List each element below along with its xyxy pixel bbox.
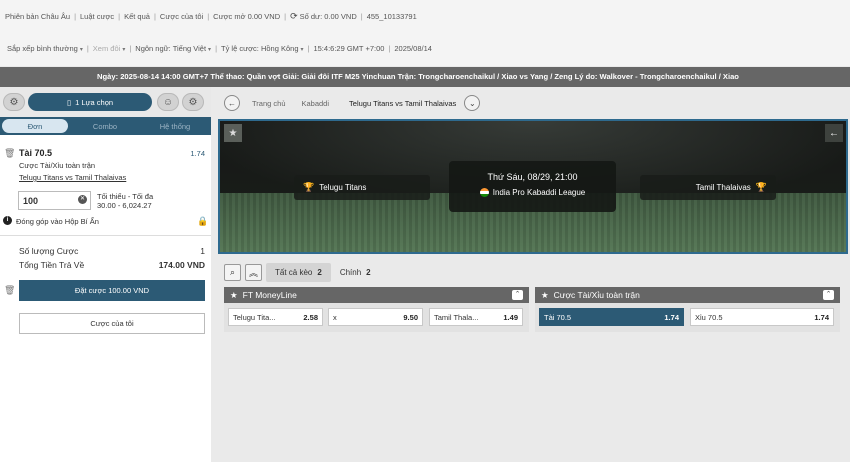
- india-flag-icon: [479, 188, 489, 197]
- chevron-up-icon[interactable]: ⌃: [823, 290, 834, 300]
- tab-main-markets[interactable]: Chính 2: [331, 263, 380, 282]
- selection-odds: 1.74: [190, 149, 205, 158]
- user-icon: ☺: [162, 96, 174, 108]
- arrow-left-icon: ←: [228, 98, 236, 108]
- chevron-down-icon: ▾: [300, 47, 304, 53]
- selection-count-button[interactable]: ▯ 1 Lựa chọn: [28, 93, 152, 111]
- double-chevron-up-icon: ︽: [248, 268, 258, 278]
- nav-rules[interactable]: Luật cược: [80, 12, 114, 21]
- sort-select[interactable]: Sắp xếp bình thường ▾: [7, 44, 83, 53]
- betslip-panel: ⚙ ▯ 1 Lựa chọn ☺ ⚙ Đơn Combo Hệ thống 🗑 …: [0, 87, 211, 462]
- gear-icon: ⚙: [9, 96, 19, 108]
- odds-format-select[interactable]: Tỷ lệ cược: Hồng Kông ▾: [221, 44, 304, 53]
- gear-icon: ⚙: [188, 96, 198, 108]
- bet-count-label: Số lượng Cược: [19, 246, 79, 256]
- tab-system[interactable]: Hệ thống: [142, 119, 208, 133]
- odds-button-home[interactable]: Telugu Tita... 2.58: [228, 308, 323, 326]
- market-moneyline: ★ FT MoneyLine ⌃ Telugu Tita... 2.58 x 9…: [224, 287, 529, 332]
- clock: 15:4:6:29 GMT +7:00: [313, 44, 385, 53]
- selection-title: Tài 70.5: [19, 148, 53, 158]
- trash-icon[interactable]: 🗑: [4, 148, 15, 159]
- match-banner: ★ ← 🏆 Telugu Titans Thứ Sáu, 08/29, 21:0…: [218, 119, 848, 254]
- odds-button-draw[interactable]: x 9.50: [328, 308, 423, 326]
- star-icon[interactable]: ★: [541, 290, 549, 301]
- language-select[interactable]: Ngôn ngữ: Tiếng Việt ▾: [135, 44, 211, 53]
- nav-open-bets[interactable]: Cược mở 0.00 VND: [213, 12, 280, 21]
- collapse-all-button[interactable]: ︽: [245, 264, 262, 281]
- search-icon: ⌕: [229, 267, 236, 277]
- min-max-value: 30.00 - 6,024.27: [97, 201, 152, 210]
- settings-left-button[interactable]: ⚙: [3, 93, 25, 111]
- match-date: Thứ Sáu, 08/29, 21:00: [487, 172, 578, 182]
- selection-market: Cược Tài/Xỉu toàn trận: [19, 161, 96, 170]
- refresh-icon[interactable]: ⟳: [290, 11, 298, 22]
- breadcrumb: ← Trang chủ Kabaddi Telugu Titans vs Tam…: [218, 87, 850, 119]
- divider: [0, 235, 211, 236]
- odds-button-over[interactable]: Tài 70.5 1.74: [539, 308, 684, 326]
- my-bets-button[interactable]: Cược của tôi: [19, 313, 205, 334]
- chevron-down-icon: ▾: [122, 47, 126, 53]
- account-id: 455_10133791: [366, 12, 417, 21]
- market-header[interactable]: ★ FT MoneyLine ⌃: [224, 287, 529, 303]
- star-icon: ★: [228, 127, 238, 139]
- market-over-under: ★ Cược Tài/Xỉu toàn trận ⌃ Tài 70.5 1.74…: [535, 287, 840, 332]
- nav-europe-version[interactable]: Phiên bản Châu Âu: [5, 12, 70, 21]
- settings-bar: Sắp xếp bình thường ▾ | Xem đôi ▾ | Ngôn ngữ…: [7, 44, 432, 53]
- away-team: Tamil Thalaivas 🏆: [640, 175, 776, 200]
- date: 2025/08/14: [394, 44, 432, 53]
- top-nav: Phiên bản Châu Âu | Luật cược | Kết quả | C…: [5, 11, 417, 22]
- clear-icon[interactable]: ✕: [78, 195, 87, 204]
- arrow-left-icon: ←: [829, 127, 839, 139]
- view-select[interactable]: Xem đôi ▾: [93, 44, 126, 53]
- total-return-label: Tổng Tiền Trả Về: [19, 260, 85, 270]
- settings-button[interactable]: ⚙: [182, 93, 204, 111]
- main-content: ← Trang chủ Kabaddi Telugu Titans vs Tam…: [218, 87, 850, 462]
- league-name: India Pro Kabaddi League: [449, 188, 616, 197]
- tab-single[interactable]: Đơn: [2, 119, 68, 133]
- nav-my-bets[interactable]: Cược của tôi: [160, 12, 203, 21]
- breadcrumb-match: Telugu Titans vs Tamil Thalaivas: [349, 98, 457, 108]
- bet-mode-tabs: Đơn Combo Hệ thống: [0, 117, 211, 135]
- match-dropdown-button[interactable]: ⌄: [464, 95, 481, 111]
- odds-button-away[interactable]: Tamil Thala... 1.49: [429, 308, 523, 326]
- banner-back-button[interactable]: ←: [825, 124, 843, 142]
- user-button[interactable]: ☺: [157, 93, 179, 111]
- breadcrumb-home[interactable]: Trang chủ: [252, 99, 286, 108]
- breadcrumb-kabaddi[interactable]: Kabaddi: [302, 99, 330, 108]
- place-bet-button[interactable]: Đặt cược 100.00 VND: [19, 280, 205, 301]
- tab-all-markets[interactable]: Tất cả kèo 2: [266, 263, 331, 282]
- star-icon[interactable]: ★: [230, 290, 238, 301]
- market-header[interactable]: ★ Cược Tài/Xỉu toàn trận ⌃: [535, 287, 840, 303]
- mystery-box-contribution: Đóng góp vào Hộp Bí Ẩn: [16, 217, 99, 226]
- balance: Số dư: 0.00 VND: [299, 12, 357, 21]
- min-max-label: Tối thiểu - Tối đa: [97, 192, 154, 201]
- info-icon[interactable]: i: [3, 216, 12, 225]
- tab-combo[interactable]: Combo: [72, 119, 138, 133]
- trash-icon[interactable]: 🗑: [4, 285, 15, 296]
- chevron-up-icon[interactable]: ⌃: [512, 290, 523, 300]
- announcement-ticker: Ngày: 2025-08-14 14:00 GMT+7 Thể thao: Q…: [0, 67, 850, 87]
- favorite-button[interactable]: ★: [224, 124, 242, 142]
- bet-count-value: 1: [200, 246, 205, 256]
- top-bar: Phiên bản Châu Âu | Luật cược | Kết quả | C…: [0, 0, 850, 66]
- betslip-header: ⚙ ▯ 1 Lựa chọn ☺ ⚙: [0, 87, 211, 117]
- selection-match-link[interactable]: Telugu Titans vs Tamil Thalaivas: [19, 173, 126, 182]
- trophy-icon: 🏆: [755, 182, 767, 192]
- chevron-down-icon: ⌄: [468, 98, 476, 108]
- match-info-card: Thứ Sáu, 08/29, 21:00 India Pro Kabaddi …: [449, 161, 616, 212]
- nav-results[interactable]: Kết quả: [124, 12, 150, 21]
- total-return-value: 174.00 VND: [158, 260, 205, 270]
- market-filters: ⌕ ︽ Tất cả kèo 2 Chính 2: [224, 263, 380, 282]
- receipt-icon: ▯: [66, 97, 72, 107]
- back-button[interactable]: ←: [224, 95, 240, 111]
- odds-button-under[interactable]: Xỉu 70.5 1.74: [690, 308, 834, 326]
- chevron-down-icon: ▾: [79, 47, 83, 53]
- trophy-icon: 🏆: [303, 182, 315, 192]
- search-button[interactable]: ⌕: [224, 264, 241, 281]
- home-team: 🏆 Telugu Titans: [294, 175, 430, 200]
- chevron-down-icon: ▾: [208, 47, 212, 53]
- lock-icon[interactable]: 🔒: [197, 216, 208, 227]
